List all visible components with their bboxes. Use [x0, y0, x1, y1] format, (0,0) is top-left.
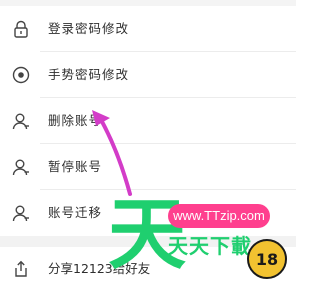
share-icon: [15, 260, 27, 277]
watermark-badge-icon: 18: [247, 239, 287, 279]
user-icon: [12, 205, 29, 222]
menu-item-label: 暂停账号: [48, 159, 103, 174]
user-icon: [12, 113, 29, 130]
watermark-url: www.TTzip.com: [168, 204, 270, 228]
menu-item-suspend-account[interactable]: 暂停账号: [0, 144, 296, 190]
menu-item-label: 登录密码修改: [48, 21, 130, 36]
lock-icon: [14, 20, 28, 38]
menu-item-label: 账号迁移: [48, 205, 103, 220]
svg-text:18: 18: [256, 250, 278, 269]
gesture-dot-icon: [12, 66, 30, 84]
menu-item-label: 删除账号: [48, 113, 103, 128]
menu-item-login-password[interactable]: 登录密码修改: [0, 6, 296, 52]
user-icon: [12, 159, 29, 176]
menu-item-delete-account[interactable]: 删除账号: [0, 98, 296, 144]
watermark-name: 天天下載: [168, 234, 252, 258]
menu-item-gesture-password[interactable]: 手势密码修改: [0, 52, 296, 98]
menu-item-label: 手势密码修改: [48, 67, 130, 82]
